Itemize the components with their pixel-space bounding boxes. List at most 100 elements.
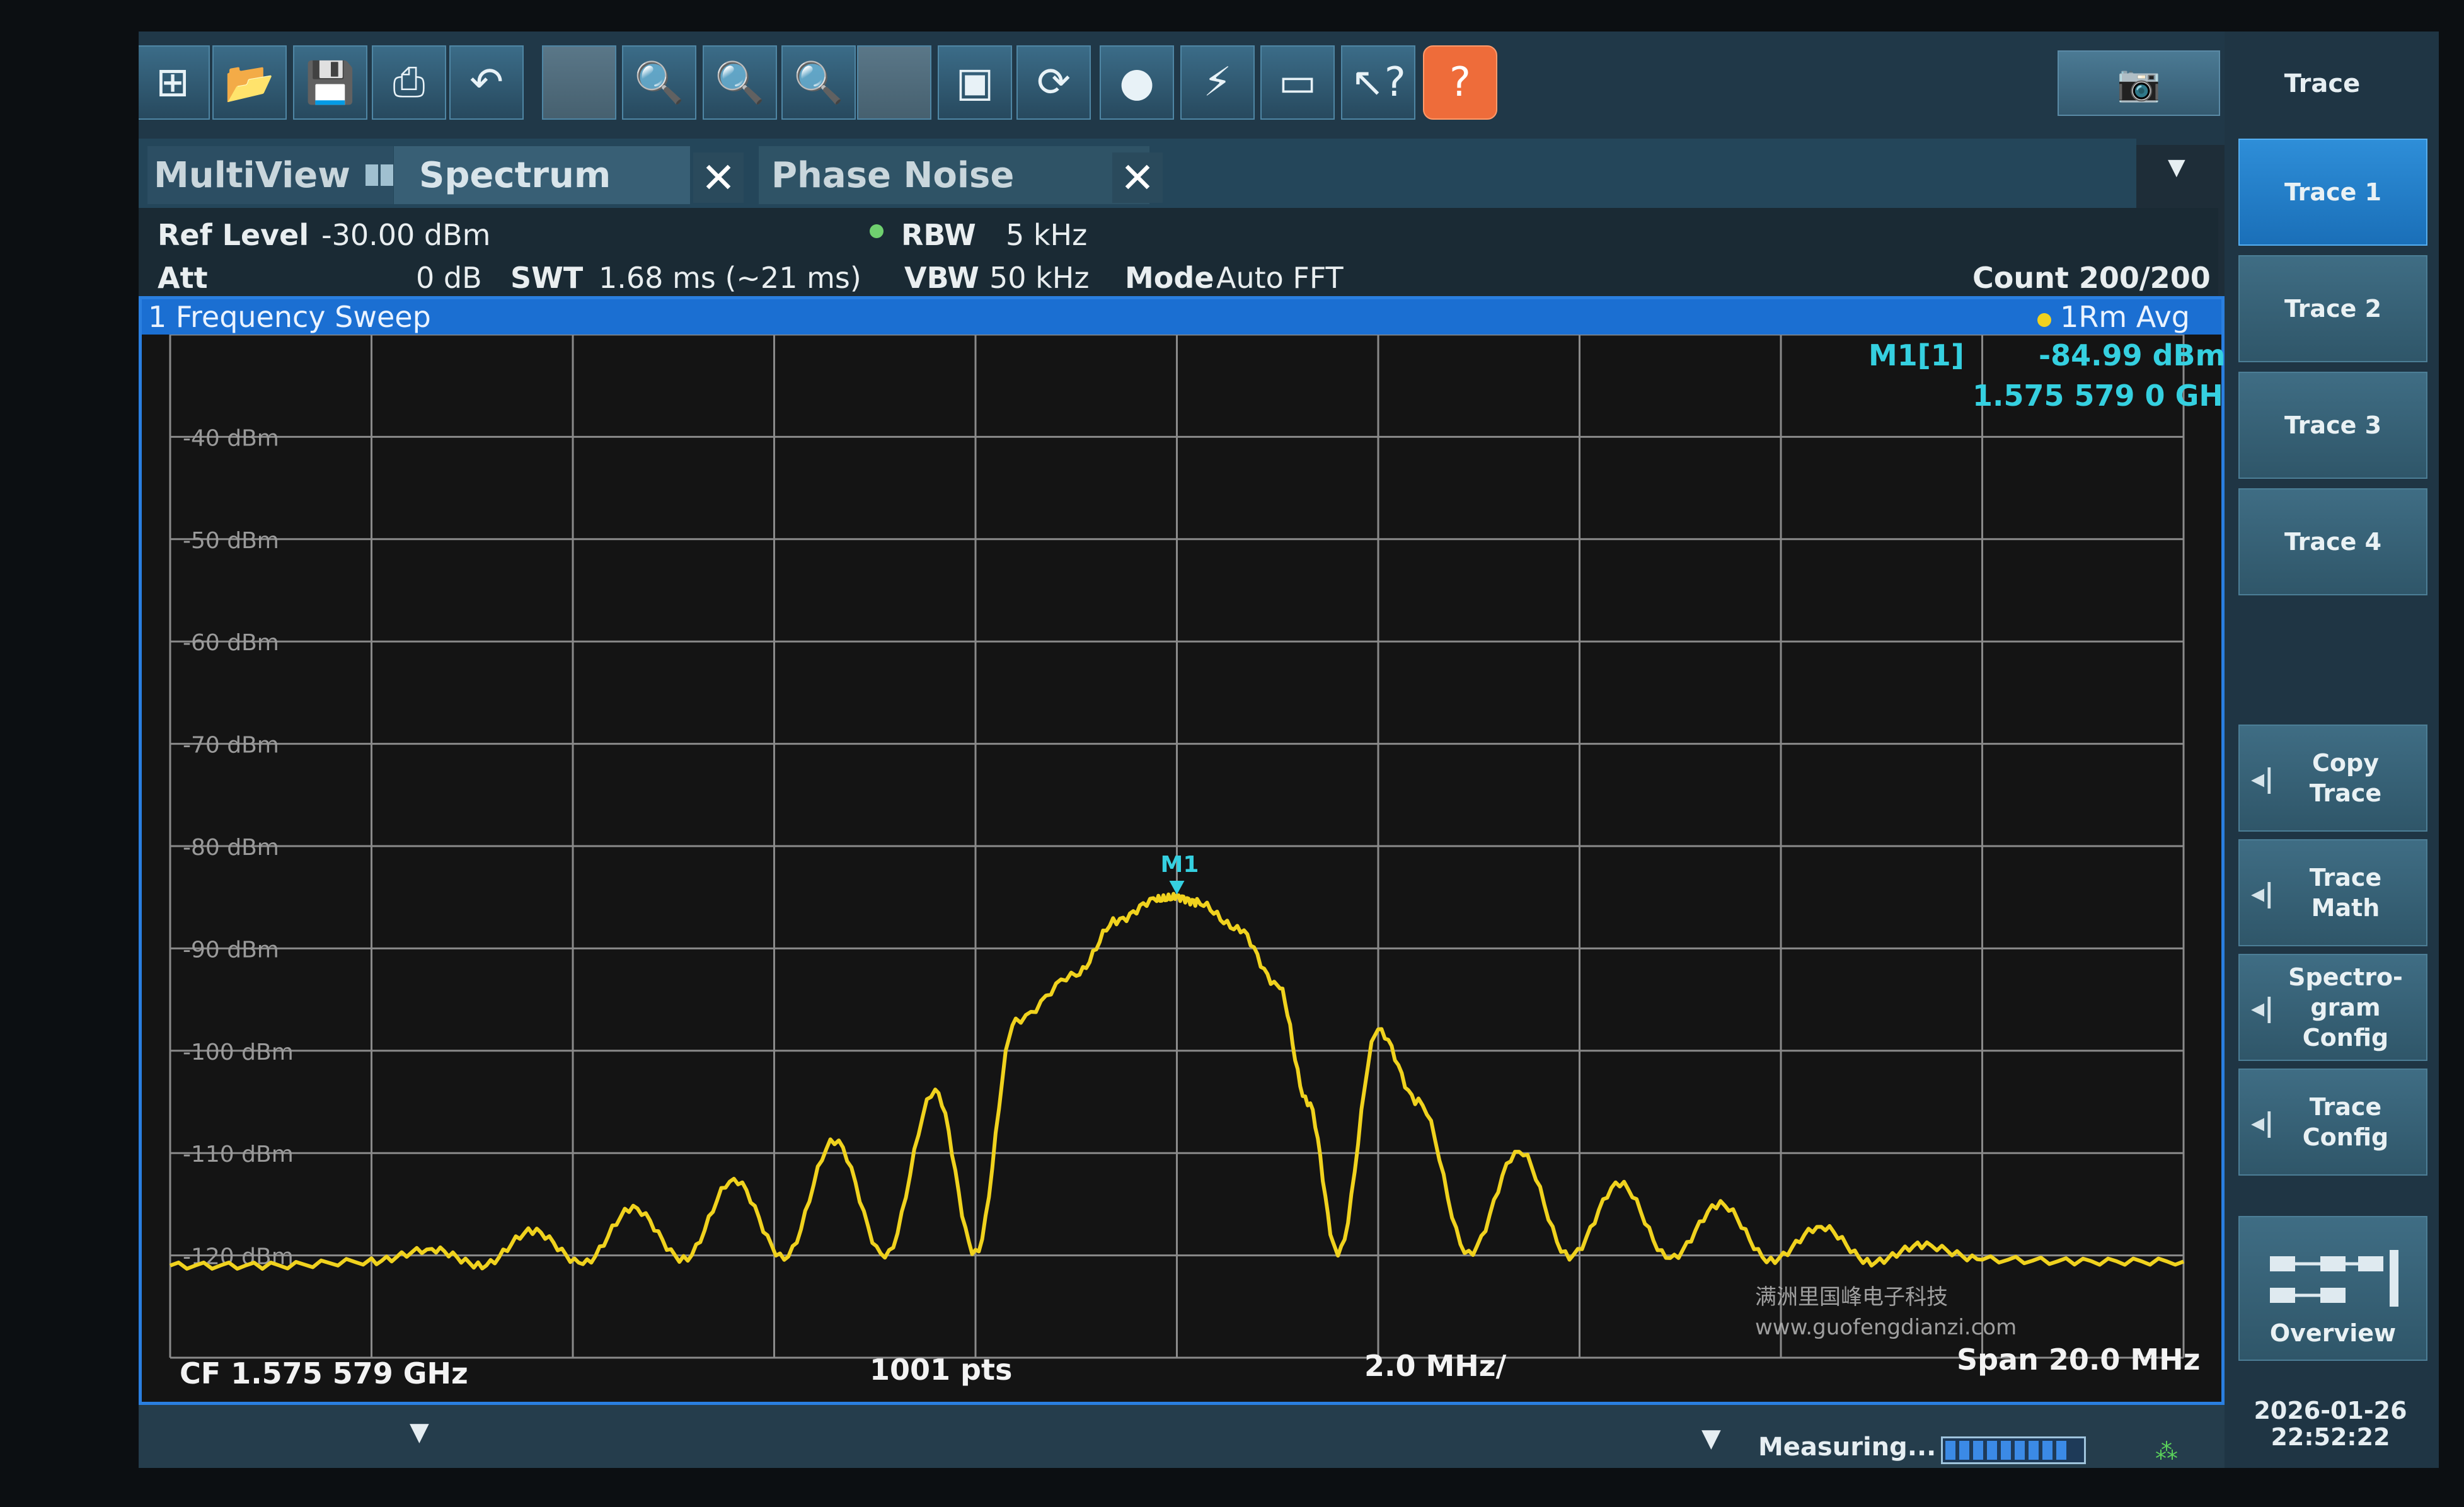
- softkey-menu-title: Trace: [2284, 69, 2361, 98]
- trace-2-label: Trace 2: [2284, 295, 2382, 323]
- y-tick-label: -60 dBm: [183, 630, 279, 656]
- sequencer-icon[interactable]: ⚡: [1180, 45, 1255, 120]
- rbw-indicator-dot: [870, 224, 884, 238]
- watermark-url: www.guofengdianzi.com: [1755, 1315, 2017, 1340]
- zoom-window-icon[interactable]: 🔍: [781, 45, 856, 120]
- signal-flow-icon: [2270, 1250, 2398, 1307]
- y-tick-label: -40 dBm: [183, 425, 279, 451]
- mode-value[interactable]: Auto FFT: [1216, 261, 1344, 295]
- trace-detector-label: 1Rm Avg: [2060, 300, 2190, 334]
- y-tick-label: -110 dBm: [183, 1142, 294, 1167]
- att-label: Att: [158, 261, 208, 295]
- swt-value[interactable]: 1.68 ms (~21 ms): [599, 261, 861, 295]
- analyzer-screen: ⊞ 📂 💾 ⎙ ↶ 🔍 🔍 🔍 ▣ ⟳ ● ⚡ ▭ ↖?? 📷 MultiView Spectrum ✕ …: [139, 32, 2439, 1468]
- print-icon[interactable]: ⎙: [372, 45, 446, 120]
- measurement-settings: Ref Level -30.00 dBm Att 0 dB SWT 1.68 m…: [139, 208, 2218, 296]
- network-status-icon: ⁂: [2155, 1439, 2178, 1465]
- save-icon[interactable]: 💾: [293, 45, 367, 120]
- trace-1-label: Trace 1: [2284, 178, 2382, 206]
- y-tick-label: -50 dBm: [183, 528, 279, 554]
- camera-icon[interactable]: 📷: [2058, 50, 2220, 116]
- tab-spectrum[interactable]: Spectrum: [394, 146, 690, 204]
- status-dropdown-icon-2[interactable]: ▼: [1701, 1424, 1721, 1453]
- close-phase-noise-tab-icon[interactable]: ✕: [1112, 152, 1163, 203]
- spectrum-plot[interactable]: -40 dBm -50 dBm -60 dBm -70 dBm -80 dBm -90 d…: [142, 299, 2221, 1402]
- submenu-arrow-icon: ◂|: [2251, 762, 2274, 794]
- diagram-title-bar: 1 Frequency Sweep 1Rm Avg: [142, 299, 2221, 335]
- multiview-icon: [366, 164, 393, 186]
- vbw-label: VBW: [904, 261, 979, 295]
- undo-icon[interactable]: ↶: [449, 45, 524, 120]
- display-config-icon[interactable]: ▭: [1260, 45, 1335, 120]
- tab-phase-noise[interactable]: Phase Noise: [759, 146, 1149, 204]
- trace-softkey-panel: Trace Trace 1 Trace 2 Trace 3 Trace 4 ◂|…: [2225, 32, 2439, 1468]
- trace-4-button[interactable]: Trace 4: [2238, 488, 2427, 595]
- tab-dropdown-icon[interactable]: ▼: [2168, 154, 2185, 180]
- trace-math-button[interactable]: ◂| Trace Math: [2238, 839, 2427, 946]
- marker-label: M1[1]: [1868, 338, 1964, 372]
- att-value[interactable]: 0 dB: [416, 261, 482, 295]
- redo-disabled-icon[interactable]: [542, 45, 616, 120]
- y-tick-label: -70 dBm: [183, 733, 279, 759]
- zoom-icon[interactable]: 🔍: [622, 45, 696, 120]
- span[interactable]: Span 20.0 MHz: [1957, 1343, 2200, 1377]
- submenu-arrow-icon: ◂|: [2251, 877, 2274, 908]
- submenu-arrow-icon: ◂|: [2251, 1106, 2274, 1138]
- trace-4-label: Trace 4: [2284, 528, 2382, 556]
- tab-spectrum-label: Spectrum: [419, 154, 611, 196]
- watermark-company: 满洲里国峰电子科技: [1755, 1285, 1948, 1310]
- rbw-label: RBW: [901, 218, 976, 252]
- trace-2-button[interactable]: Trace 2: [2238, 255, 2427, 362]
- y-tick-label: -80 dBm: [183, 835, 279, 861]
- trace-math-label: Trace Math: [2309, 864, 2382, 922]
- copy-trace-label: Copy Trace: [2309, 749, 2382, 807]
- status-bar: ▼ ▼ Measuring... ⁂: [139, 1405, 2225, 1468]
- marker-frequency: 1.575 579 0 GHz: [1972, 379, 2240, 413]
- trace-color-dot: [2037, 313, 2051, 327]
- rbw-value[interactable]: 5 kHz: [1006, 218, 1087, 252]
- y-tick-label: -90 dBm: [183, 937, 279, 963]
- center-frequency[interactable]: CF 1.575 579 GHz: [180, 1356, 468, 1390]
- spectrogram-config-label: Spectro- gram Config: [2288, 963, 2403, 1051]
- submenu-arrow-icon: ◂|: [2251, 992, 2274, 1023]
- y-tick-label: -100 dBm: [183, 1040, 294, 1065]
- measurement-progress-bar: [1941, 1436, 2086, 1464]
- marker-level: -84.99 dBm: [2039, 338, 2226, 372]
- scpi-icon[interactable]: ●: [1100, 45, 1174, 120]
- overview-button[interactable]: Overview: [2238, 1216, 2427, 1361]
- mode-label: Mode: [1125, 261, 1214, 295]
- frequency-sweep-diagram[interactable]: -40 dBm -50 dBm -60 dBm -70 dBm -80 dBm -90 d…: [139, 296, 2240, 1405]
- tab-phase-noise-label: Phase Noise: [771, 154, 1015, 196]
- trace-config-button[interactable]: ◂| Trace Config: [2238, 1069, 2427, 1176]
- spectrogram-config-button[interactable]: ◂| Spectro- gram Config: [2238, 954, 2427, 1061]
- measuring-status: Measuring...: [1758, 1433, 1937, 1462]
- windows-icon[interactable]: ⊞: [139, 45, 210, 120]
- tab-multiview[interactable]: MultiView: [147, 146, 393, 204]
- trace-config-label: Trace Config: [2302, 1093, 2389, 1151]
- diagram-title: 1 Frequency Sweep: [148, 300, 431, 334]
- refresh-icon[interactable]: ⟳: [1016, 45, 1091, 120]
- swt-label: SWT: [510, 261, 584, 295]
- sweep-count: Count 200/200: [1972, 261, 2211, 295]
- multi-zoom-icon[interactable]: 🔍: [703, 45, 777, 120]
- trace-3-button[interactable]: Trace 3: [2238, 372, 2427, 479]
- close-spectrum-tab-icon[interactable]: ✕: [693, 152, 744, 203]
- context-help-icon[interactable]: ↖?: [1341, 45, 1415, 120]
- help-icon[interactable]: ?: [1423, 45, 1497, 120]
- zoom-off-icon[interactable]: [857, 45, 931, 120]
- tab-multiview-label: MultiView: [154, 154, 351, 196]
- status-time: 22:52:22: [2271, 1423, 2390, 1451]
- fullscreen-icon[interactable]: ▣: [938, 45, 1012, 120]
- status-dropdown-icon[interactable]: ▼: [410, 1418, 429, 1447]
- open-folder-icon[interactable]: 📂: [212, 45, 287, 120]
- progress-fill: [1945, 1441, 2068, 1460]
- sweep-points[interactable]: 1001 pts: [870, 1353, 1012, 1387]
- frequency-per-division: 2.0 MHz/: [1364, 1349, 1507, 1383]
- ref-level-label: Ref Level: [158, 218, 309, 252]
- trace-1-button[interactable]: Trace 1: [2238, 139, 2427, 246]
- trace-legend: 1Rm Avg: [2037, 300, 2190, 334]
- vbw-value[interactable]: 50 kHz: [989, 261, 1090, 295]
- ref-level-value[interactable]: -30.00 dBm: [321, 218, 490, 252]
- copy-trace-button[interactable]: ◂| Copy Trace: [2238, 725, 2427, 832]
- marker-m1-triangle: [1169, 881, 1185, 895]
